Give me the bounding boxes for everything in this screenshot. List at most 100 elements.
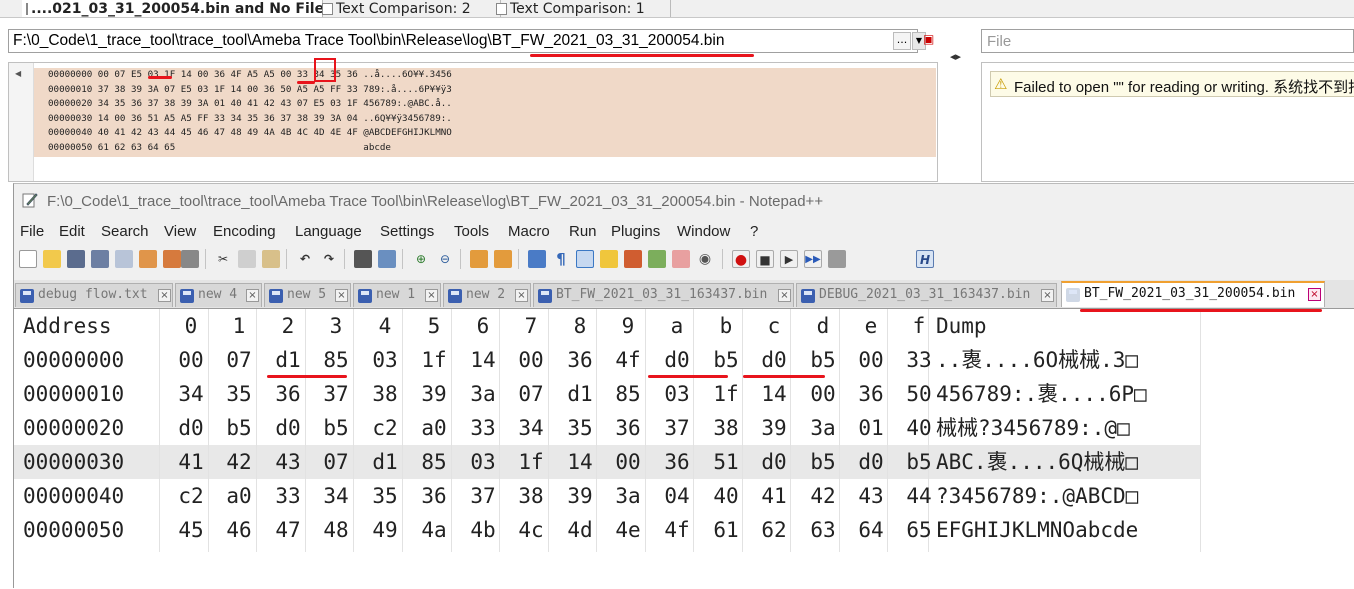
replace-icon[interactable] [378,250,396,268]
row-dump[interactable]: ABC.褢....6Q械械□ [936,445,1198,479]
menu-tools[interactable]: Tools [454,223,489,240]
hex-byte-cell[interactable]: d0 [657,343,697,377]
hex-byte-cell[interactable]: 00 [803,377,843,411]
hex-byte-cell[interactable]: d0 [268,411,308,445]
hex-byte-cell[interactable]: 14 [463,343,503,377]
doc-tab-active[interactable]: BT_FW_2021_03_31_200054.bin × [1061,281,1325,307]
hex-byte-cell[interactable]: 03 [463,445,503,479]
hex-byte-cell[interactable]: 04 [657,479,697,513]
hex-byte-cell[interactable]: 48 [316,513,356,547]
hex-byte-cell[interactable]: 38 [511,479,551,513]
hex-byte-cell[interactable]: 38 [706,411,746,445]
close-icon[interactable]: × [335,289,348,302]
hex-byte-cell[interactable]: 37 [463,479,503,513]
hex-byte-cell[interactable]: 41 [754,479,794,513]
hex-byte-cell[interactable]: a0 [414,411,454,445]
hex-byte-cell[interactable]: 3a [463,377,503,411]
zoom-out-icon[interactable]: ⊖ [436,250,454,268]
close-icon[interactable]: × [425,289,438,302]
close-icon[interactable]: × [515,289,528,302]
hex-byte-cell[interactable]: 1f [414,343,454,377]
hex-byte-cell[interactable]: 46 [219,513,259,547]
menu-run[interactable]: Run [569,223,597,240]
hex-byte-cell[interactable]: d1 [365,445,405,479]
compare-tab-text-1[interactable]: Text Comparison: 1 [492,0,671,17]
close-file-icon[interactable] [115,250,133,268]
monitoring-eye-icon[interactable]: ◉ [696,250,714,268]
hex-byte-cell[interactable]: 4e [608,513,648,547]
hex-byte-cell[interactable]: 39 [754,411,794,445]
hex-byte-cell[interactable]: b5 [803,445,843,479]
hex-byte-cell[interactable]: d1 [560,377,600,411]
cut-icon[interactable]: ✂ [214,250,232,268]
hex-byte-cell[interactable]: 39 [560,479,600,513]
record-macro-icon[interactable]: ● [732,250,750,268]
doc-tab[interactable]: new 4 × [175,283,262,307]
hex-byte-cell[interactable]: 65 [899,513,939,547]
hex-byte-cell[interactable]: 47 [268,513,308,547]
hex-byte-cell[interactable]: d1 [268,343,308,377]
hex-byte-cell[interactable]: 64 [851,513,891,547]
hex-byte-cell[interactable]: a0 [219,479,259,513]
doc-map-icon[interactable] [624,250,642,268]
doc-tab[interactable]: debug flow.txt × [15,283,173,307]
close-icon[interactable]: × [1308,288,1321,301]
function-list-icon[interactable] [648,250,666,268]
hex-byte-cell[interactable]: 35 [365,479,405,513]
hex-byte-cell[interactable]: 40 [706,479,746,513]
sync-horizontal-icon[interactable] [494,250,512,268]
hex-byte-cell[interactable]: 03 [365,343,405,377]
hex-byte-cell[interactable]: 42 [803,479,843,513]
close-icon[interactable]: × [158,289,171,302]
paste-icon[interactable] [262,250,280,268]
hex-byte-cell[interactable]: 1f [511,445,551,479]
hex-byte-cell[interactable]: 44 [899,479,939,513]
menu-settings[interactable]: Settings [380,223,434,240]
swap-arrows-icon[interactable]: ◂▸ [950,50,961,63]
user-language-icon[interactable] [600,250,618,268]
left-hex-pane[interactable]: ◀ 00000000 00 07 E5 03 1F 14 00 36 4F A5… [8,62,938,182]
hex-byte-cell[interactable]: 85 [608,377,648,411]
hex-byte-cell[interactable]: 39 [414,377,454,411]
hex-byte-cell[interactable]: d0 [851,445,891,479]
redo-icon[interactable]: ↷ [320,250,338,268]
print-preview-icon[interactable] [163,250,181,268]
hex-byte-cell[interactable]: b5 [706,343,746,377]
undo-icon[interactable]: ↶ [296,250,314,268]
hex-byte-cell[interactable]: 3a [608,479,648,513]
hex-byte-cell[interactable]: 43 [268,445,308,479]
hex-byte-cell[interactable]: 36 [657,445,697,479]
open-folder-icon[interactable] [43,250,61,268]
close-icon[interactable]: × [1041,289,1054,302]
hex-byte-cell[interactable]: c2 [365,411,405,445]
hex-byte-cell[interactable]: 33 [899,343,939,377]
hex-byte-cell[interactable]: d0 [171,411,211,445]
row-dump[interactable]: ?3456789:.@ABCD□ [936,479,1198,513]
menu-language[interactable]: Language [295,223,362,240]
right-file-path-field[interactable]: File [981,29,1354,53]
hex-byte-cell[interactable]: 85 [414,445,454,479]
menu-file[interactable]: File [20,223,44,240]
doc-tab[interactable]: new 2 × [443,283,531,307]
hex-byte-cell[interactable]: 4a [414,513,454,547]
stop-record-icon[interactable]: ■ [756,250,774,268]
save-macro-icon[interactable] [828,250,846,268]
hex-byte-cell[interactable]: 4f [608,343,648,377]
hex-byte-cell[interactable]: d0 [754,445,794,479]
hex-byte-cell[interactable]: 50 [899,377,939,411]
hex-byte-cell[interactable]: 01 [851,411,891,445]
menu-plugins[interactable]: Plugins [611,223,660,240]
hex-byte-cell[interactable]: 36 [851,377,891,411]
find-icon[interactable] [354,250,372,268]
hex-byte-cell[interactable]: 36 [608,411,648,445]
hex-byte-cell[interactable]: 00 [851,343,891,377]
hex-byte-cell[interactable]: 14 [754,377,794,411]
hex-byte-cell[interactable]: 07 [316,445,356,479]
menu-search[interactable]: Search [101,223,149,240]
hex-byte-cell[interactable]: 36 [414,479,454,513]
hex-byte-cell[interactable]: 35 [219,377,259,411]
folder-workspace-icon[interactable] [672,250,690,268]
hex-byte-cell[interactable]: 41 [171,445,211,479]
save-all-icon[interactable] [91,250,109,268]
hex-byte-cell[interactable]: 34 [511,411,551,445]
